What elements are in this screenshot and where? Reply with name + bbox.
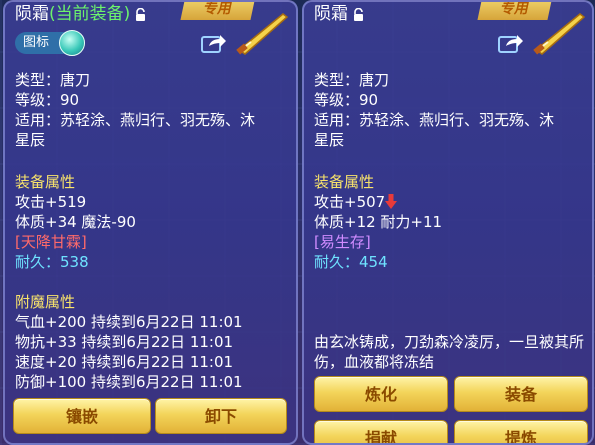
attack-line: 攻击+507 [314, 193, 386, 211]
refine-button[interactable]: 炼化 [314, 376, 448, 412]
donate-button[interactable]: 捐献 [314, 420, 448, 443]
durability-line: 耐久：538 [15, 253, 89, 271]
fit-line-cont: 星辰 [15, 131, 46, 149]
equip-attributes: 装备属性 攻击+519 体质+34 魔法-90 [天降甘霖] 耐久：538 [15, 172, 136, 272]
item-title: 陨霜 [314, 2, 365, 24]
fit-line: 适用：苏轻涂、燕归行、羽无殇、沐 [314, 111, 555, 129]
item-title: 陨霜(当前装备) [15, 2, 147, 24]
lock-icon[interactable] [352, 7, 365, 21]
icon-badge[interactable]: 图标 [15, 30, 85, 56]
enchant-line: 速度+20 持续到6月22日 11:01 [15, 353, 234, 371]
share-icon[interactable] [201, 32, 227, 54]
lock-icon[interactable] [134, 7, 147, 21]
current-equipped-tag: (当前装备) [49, 4, 131, 24]
item-name: 陨霜 [314, 4, 348, 24]
level-line: 等级：90 [15, 91, 80, 109]
type-line: 类型：唐刀 [314, 71, 390, 89]
special-tag: [天降甘霖] [15, 233, 87, 251]
equip-attributes: 装备属性 攻击+507 体质+12 耐力+11 [易生存] 耐久：454 [314, 172, 442, 272]
share-icon[interactable] [498, 32, 524, 54]
attack-line: 攻击+519 [15, 193, 87, 211]
unequip-button[interactable]: 卸下 [155, 398, 287, 434]
current-equipment-panel: 陨霜(当前装备) 专用 图标 类型：唐刀 等级：90 适用：苏轻涂、燕归行、羽无… [3, 0, 298, 445]
enchant-attributes: 附魔属性 气血+200 持续到6月22日 11:01 物抗+33 持续到6月22… [15, 292, 243, 392]
type-line: 类型：唐刀 [15, 71, 91, 89]
special-tag: [易生存] [314, 233, 371, 251]
attack-down-arrow-icon [385, 194, 398, 209]
stat-line: 体质+12 耐力+11 [314, 213, 443, 231]
enchant-line: 气血+200 持续到6月22日 11:01 [15, 313, 243, 331]
badge-orb-icon [59, 30, 85, 56]
extract-button[interactable]: 提炼 [454, 420, 588, 443]
equip-attr-title: 装备属性 [15, 173, 76, 191]
enchant-line: 防御+100 持续到6月22日 11:01 [15, 373, 243, 391]
weapon-icon [236, 13, 289, 55]
inlay-button[interactable]: 镶嵌 [13, 398, 151, 434]
enchant-line: 物抗+33 持续到6月22日 11:01 [15, 333, 234, 351]
durability-line: 耐久：454 [314, 253, 388, 271]
enchant-title: 附魔属性 [15, 293, 76, 311]
weapon-icon [533, 13, 586, 55]
compare-equipment-panel: 陨霜 专用 类型：唐刀 等级：90 适用：苏轻涂、燕归行、羽无殇、沐 星辰 装备… [302, 0, 594, 445]
fit-line-cont: 星辰 [314, 131, 345, 149]
attack-row: 攻击+507 [314, 192, 442, 212]
stat-line: 体质+34 魔法-90 [15, 213, 136, 231]
equip-button[interactable]: 装备 [454, 376, 588, 412]
item-name: 陨霜 [15, 4, 49, 24]
item-description: 由玄冰铸成，刀劲森冷凌厉，一旦被其所伤，血液都将冻结 [314, 333, 585, 371]
level-line: 等级：90 [314, 91, 379, 109]
basic-info: 类型：唐刀 等级：90 适用：苏轻涂、燕归行、羽无殇、沐 星辰 [15, 70, 255, 150]
basic-info: 类型：唐刀 等级：90 适用：苏轻涂、燕归行、羽无殇、沐 星辰 [314, 70, 554, 150]
badge-label: 图标 [23, 35, 50, 50]
equip-attr-title: 装备属性 [314, 173, 375, 191]
fit-line: 适用：苏轻涂、燕归行、羽无殇、沐 [15, 111, 256, 129]
